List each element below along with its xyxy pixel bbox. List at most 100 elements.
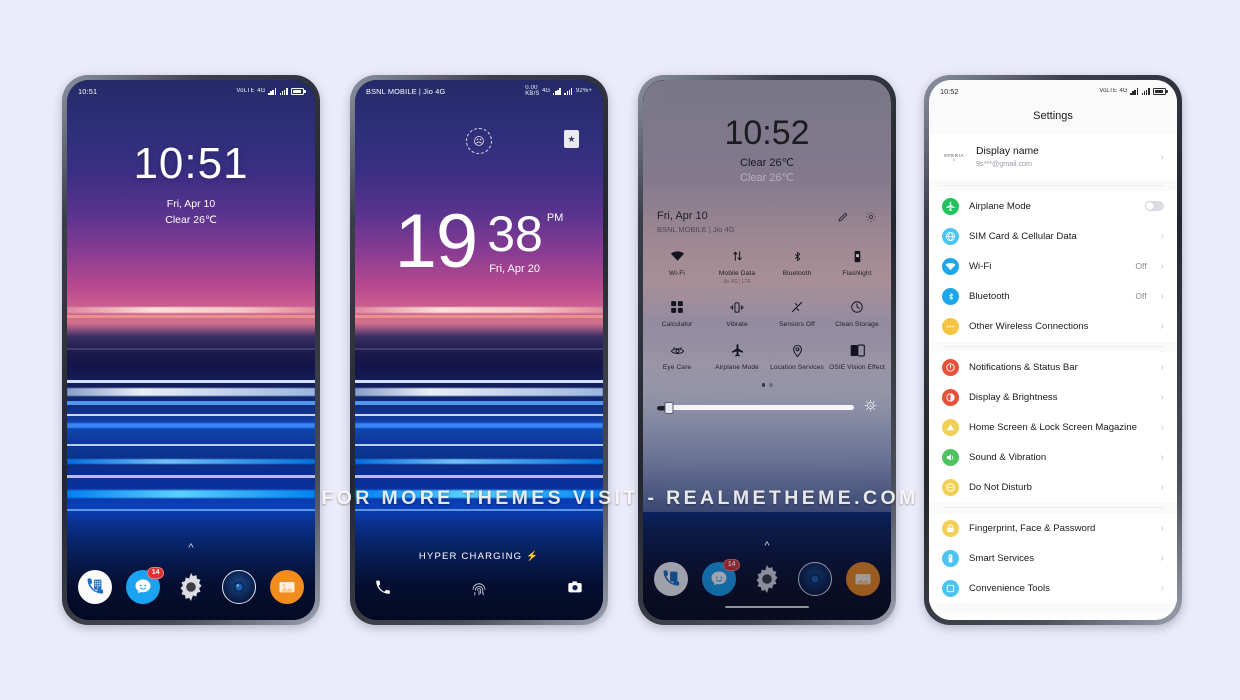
charging-bolt-icon: ⚡ — [526, 551, 540, 562]
signal-icon-4a — [1130, 87, 1139, 95]
pencil-icon[interactable] — [837, 210, 849, 228]
settings-row-label: Airplane Mode — [969, 200, 1031, 212]
qs-tile-vibrate[interactable]: Vibrate — [707, 299, 767, 328]
settings-app-icon-3[interactable] — [750, 562, 784, 596]
phone-shortcut-icon[interactable] — [375, 580, 390, 600]
settings-row-sim-card[interactable]: SIM Card & Cellular Data › — [929, 221, 1177, 251]
camera-app-icon-3[interactable] — [798, 562, 832, 596]
account-name: Display name — [976, 146, 1039, 157]
gear-icon[interactable] — [865, 210, 877, 228]
settings-row-notifications[interactable]: Notifications & Status Bar › — [929, 352, 1177, 382]
settings-row-other-wireless[interactable]: Other Wireless Connections › — [929, 311, 1177, 341]
status-bar-2: BSNL MOBILE | Jio 4G 0.00 KB/S 4G 92%+ — [355, 80, 603, 102]
swipe-up-chevron-icon-3[interactable]: ^ — [643, 540, 891, 552]
settings-row-wifi[interactable]: Wi-Fi Off › — [929, 251, 1177, 281]
camera-app-icon[interactable] — [222, 570, 256, 604]
settings-row-home-lock-screen[interactable]: Home Screen & Lock Screen Magazine › — [929, 412, 1177, 442]
battery-icon — [291, 87, 306, 95]
qs-tile-bluetooth[interactable]: Bluetooth — [767, 248, 827, 285]
settings-row-smart-services[interactable]: Smart Services › — [929, 543, 1177, 573]
qs-tile-label: Calculator — [661, 321, 693, 328]
brightness-slider[interactable] — [657, 401, 854, 414]
qs-tile-airplane-mode[interactable]: Airplane Mode — [707, 342, 767, 371]
signal-icon-2 — [279, 87, 289, 95]
phone-app-icon[interactable] — [78, 570, 112, 604]
qs-tile-calculator[interactable]: Calculator — [647, 299, 707, 328]
settings-row-label: Display & Brightness — [969, 391, 1058, 403]
globe-icon — [942, 227, 959, 245]
face-unlock-icon[interactable]: ☹ — [466, 128, 492, 154]
qs-tile-mobile-data[interactable]: Mobile Data Jio 4G | LTE — [707, 248, 767, 285]
flashlight-icon — [853, 248, 862, 264]
qs-tile-sensors-off[interactable]: Sensors Off — [767, 299, 827, 328]
qs-tile-location-services[interactable]: Location Services — [767, 342, 827, 371]
chevron-right-icon: › — [1160, 451, 1164, 463]
qs-tile-flashlight[interactable]: Flashlight — [827, 248, 887, 285]
brightness-knob[interactable] — [664, 401, 674, 414]
qs-tile-label: Clean Storage — [835, 321, 879, 328]
chevron-right-icon: › — [1160, 361, 1164, 373]
chevron-right-icon: › — [1160, 421, 1164, 433]
qs-tiles-grid: Wi-Fi Mobile Data Jio 4G | LTE Bluetooth… — [643, 234, 891, 371]
gallery-app-icon-3[interactable] — [846, 562, 880, 596]
page-title: Settings — [929, 102, 1177, 134]
settings-row-bluetooth[interactable]: Bluetooth Off › — [929, 281, 1177, 311]
settings-row-do-not-disturb[interactable]: Do Not Disturb › — [929, 472, 1177, 502]
settings-row-label: Smart Services — [969, 552, 1035, 564]
qs-tile-clean-storage[interactable]: Clean Storage — [827, 299, 887, 328]
swipe-up-chevron-icon[interactable]: ^ — [67, 542, 315, 554]
network-label: 4G — [257, 88, 266, 94]
qs-clock: 10:52 Clear 26℃ Clear 26℃ — [643, 80, 891, 184]
status-icons: VoLTE 4G — [236, 87, 306, 95]
qs-tile-label: Eye Care — [662, 364, 692, 371]
fingerprint-icon[interactable] — [469, 580, 489, 600]
dock: 14 — [67, 567, 315, 604]
qs-tile-label: Airplane Mode — [715, 364, 759, 371]
messages-app-icon[interactable]: 14 — [126, 567, 164, 604]
airplane-mode-toggle[interactable] — [1145, 201, 1164, 211]
settings-row-airplane-mode[interactable]: Airplane Mode — [929, 191, 1177, 221]
messages-app-icon-3[interactable]: 14 — [702, 559, 740, 596]
phone-app-icon-3[interactable] — [654, 562, 688, 596]
svg-text:A: A — [869, 404, 872, 408]
notification-icon — [942, 358, 959, 376]
camera-shortcut-icon[interactable] — [567, 579, 583, 600]
qs-tile-wifi[interactable]: Wi-Fi — [647, 248, 707, 285]
xperia-logo-icon: XPERIA Ⅱ — [942, 153, 966, 162]
bluetooth-icon — [792, 248, 803, 264]
do-not-disturb-icon — [942, 478, 959, 496]
settings-row-convenience-tools[interactable]: Convenience Tools › — [929, 573, 1177, 603]
messages-badge: 14 — [147, 567, 164, 579]
phone-3-screen: 10:52 Clear 26℃ Clear 26℃ Fri, Apr 10 BS… — [643, 80, 891, 620]
settings-row-fingerprint[interactable]: Fingerprint, Face & Password › — [929, 513, 1177, 543]
aod-date: Fri, Apr 20 — [489, 262, 540, 275]
volte-icon: VoLTE — [236, 88, 255, 94]
chevron-right-icon: › — [1160, 552, 1164, 564]
group-security: Fingerprint, Face & Password › Smart Ser… — [929, 513, 1177, 603]
calculator-icon — [670, 299, 684, 315]
lockscreen-clock: 10:51 Fri, Apr 10 Clear 26℃ — [67, 142, 315, 227]
lockscreen-shortcuts — [355, 579, 603, 600]
account-email: 9s***@gmail.com — [976, 159, 1033, 168]
settings-row-label: Do Not Disturb — [969, 481, 1032, 493]
gallery-app-icon[interactable] — [270, 570, 304, 604]
dots-icon — [942, 317, 959, 335]
settings-row-label: Fingerprint, Face & Password — [969, 522, 1096, 534]
auto-brightness-icon[interactable]: A — [864, 399, 877, 417]
sensors-off-icon — [790, 299, 804, 315]
qs-tile-eye-care[interactable]: Eye Care — [647, 342, 707, 371]
settings-app-icon[interactable] — [174, 570, 208, 604]
volte-icon-4: VoLTE — [1099, 88, 1117, 94]
nfc-card-icon[interactable]: ★ — [564, 130, 579, 148]
qs-tile-osie-vision-effect[interactable]: OSIE Vision Effect — [827, 342, 887, 371]
settings-row-display-brightness[interactable]: Display & Brightness › — [929, 382, 1177, 412]
sound-icon — [942, 448, 959, 466]
settings-row-label: Wi-Fi — [969, 260, 992, 272]
settings-row-sound-vibration[interactable]: Sound & Vibration › — [929, 442, 1177, 472]
account-row[interactable]: XPERIA Ⅱ Display name 9s***@gmail.com › — [929, 134, 1177, 180]
home-indicator[interactable] — [725, 605, 809, 608]
osie-vision-icon — [850, 342, 865, 358]
chevron-right-icon: › — [1160, 320, 1164, 332]
qs-weather-ghost: Clear 26℃ — [740, 172, 794, 184]
phone-2-screen: BSNL MOBILE | Jio 4G 0.00 KB/S 4G 92%+ ☹ … — [355, 80, 603, 620]
